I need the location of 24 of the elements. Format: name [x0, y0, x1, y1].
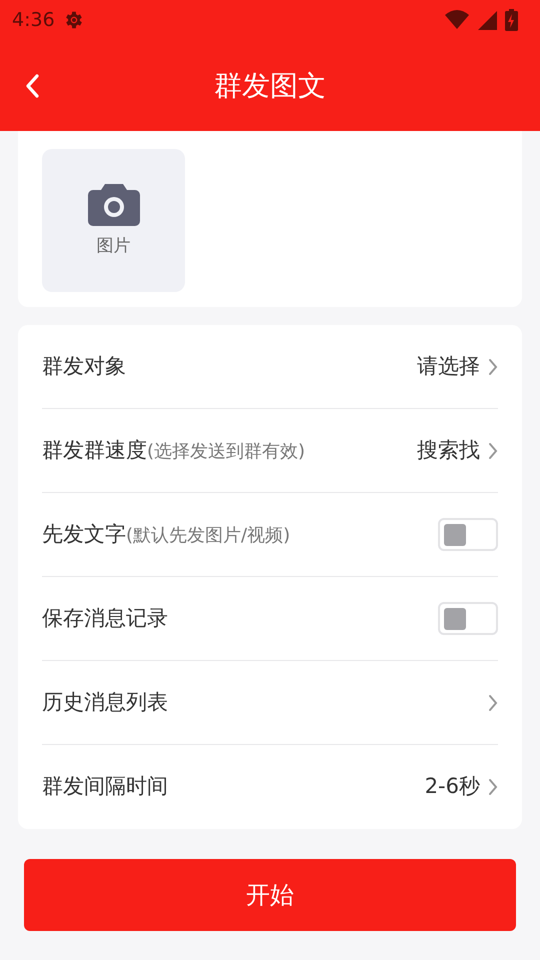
back-icon — [24, 72, 40, 98]
setting-label: 群发间隔时间 — [42, 773, 168, 800]
page-title: 群发图文 — [214, 68, 326, 104]
chevron-right-icon — [488, 778, 498, 796]
setting-label: 群发群速度(选择发送到群有效) — [42, 436, 306, 464]
camera-icon — [88, 182, 140, 226]
setting-label: 历史消息列表 — [42, 688, 168, 716]
setting-value[interactable]: 请选择 — [417, 350, 480, 382]
battery-icon — [505, 9, 518, 31]
toggle-switch[interactable] — [438, 518, 498, 551]
setting-label: 保存消息记录 — [42, 604, 168, 632]
setting-label: 群发对象 — [42, 352, 126, 380]
setting-value[interactable]: 搜索找 — [417, 434, 480, 466]
setting-value[interactable]: 2-6秒 — [424, 771, 480, 803]
signal-icon — [477, 10, 497, 30]
wifi-icon — [445, 10, 469, 30]
chevron-right-icon — [488, 358, 498, 376]
chevron-right-icon — [488, 442, 498, 460]
toggle-switch[interactable] — [438, 602, 498, 635]
start-button[interactable]: 开始 — [24, 859, 516, 931]
setting-label: 先发文字(默认先发图片/视频) — [42, 520, 290, 548]
add-picture-tile[interactable]: 图片 — [42, 149, 185, 292]
chevron-right-icon — [488, 694, 498, 712]
status-time: 4:36 — [12, 8, 55, 33]
